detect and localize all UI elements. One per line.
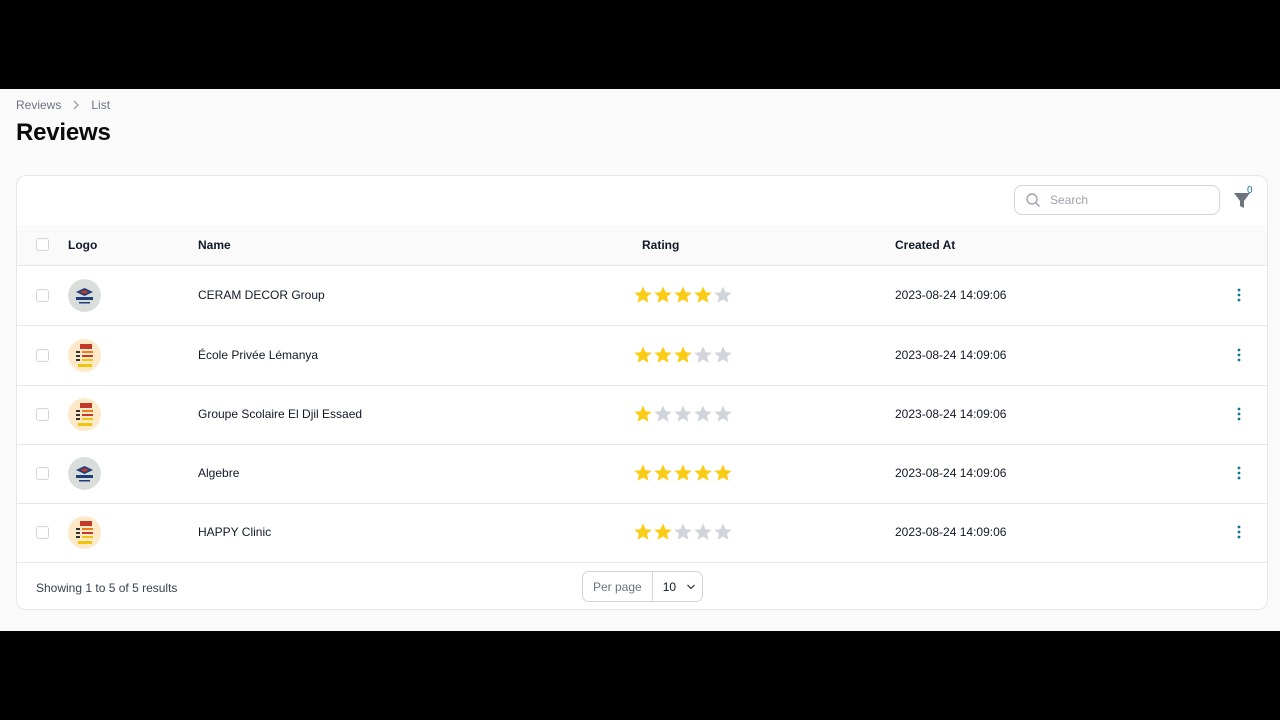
column-header-name[interactable]: Name bbox=[198, 238, 231, 252]
star-filled-icon bbox=[674, 464, 692, 481]
rating-stars bbox=[633, 345, 733, 365]
star-empty-icon bbox=[694, 405, 712, 422]
search-box[interactable] bbox=[1014, 185, 1220, 215]
per-page-value: 10 bbox=[662, 579, 677, 594]
table-row: Algebre 2023-08-24 14:09:06 bbox=[17, 444, 1267, 504]
star-filled-icon bbox=[634, 405, 652, 422]
star-empty-icon bbox=[714, 523, 732, 540]
created-at: 2023-08-24 14:09:06 bbox=[895, 348, 1007, 362]
star-filled-icon bbox=[714, 464, 732, 481]
rating-stars bbox=[633, 522, 733, 542]
table-row: HAPPY Clinic 2023-08-24 14:09:06 bbox=[17, 503, 1267, 563]
rating-stars bbox=[633, 463, 733, 483]
breadcrumb: Reviews List bbox=[16, 98, 110, 112]
row-checkbox[interactable] bbox=[36, 349, 49, 362]
row-checkbox[interactable] bbox=[36, 408, 49, 421]
ceram-logo bbox=[68, 457, 101, 490]
row-actions-menu-icon[interactable] bbox=[1231, 524, 1247, 540]
school-logo bbox=[68, 339, 101, 372]
breadcrumb-current: List bbox=[91, 98, 111, 112]
star-filled-icon bbox=[654, 523, 672, 540]
review-name: Algebre bbox=[198, 466, 240, 480]
created-at: 2023-08-24 14:09:06 bbox=[895, 288, 1007, 302]
ceram-logo bbox=[68, 279, 101, 312]
breadcrumb-reviews-link[interactable]: Reviews bbox=[16, 98, 61, 112]
rating-stars bbox=[633, 285, 733, 305]
table-row: Groupe Scolaire El Djil Essaed 2023-08-2… bbox=[17, 385, 1267, 445]
review-name: HAPPY Clinic bbox=[198, 525, 272, 539]
reviews-table-card: 0 Logo Name Rating Created At CERAM DECO… bbox=[16, 175, 1268, 610]
table-header: Logo Name Rating Created At bbox=[17, 225, 1267, 266]
table-row: École Privée Lémanya 2023-08-24 14:09:06 bbox=[17, 326, 1267, 386]
table-row: CERAM DECOR Group 2023-08-24 14:09:06 bbox=[17, 266, 1267, 326]
star-filled-icon bbox=[634, 464, 652, 481]
star-filled-icon bbox=[674, 286, 692, 303]
star-empty-icon bbox=[714, 405, 732, 422]
table-toolbar: 0 bbox=[17, 176, 1267, 226]
chevron-down-icon bbox=[687, 584, 696, 589]
row-checkbox[interactable] bbox=[36, 526, 49, 539]
per-page-label: Per page bbox=[583, 572, 653, 601]
star-filled-icon bbox=[634, 286, 652, 303]
per-page-value-wrap[interactable]: 10 bbox=[653, 580, 696, 594]
star-filled-icon bbox=[634, 523, 652, 540]
row-actions-menu-icon[interactable] bbox=[1231, 465, 1247, 481]
row-checkbox[interactable] bbox=[36, 467, 49, 480]
star-filled-icon bbox=[654, 346, 672, 363]
star-filled-icon bbox=[654, 464, 672, 481]
pagination-summary: Showing 1 to 5 of 5 results bbox=[36, 581, 178, 595]
star-empty-icon bbox=[714, 286, 732, 303]
row-actions-menu-icon[interactable] bbox=[1231, 287, 1247, 303]
column-header-logo: Logo bbox=[68, 238, 98, 252]
chevron-right-icon bbox=[73, 100, 80, 110]
star-empty-icon bbox=[694, 346, 712, 363]
per-page-select[interactable]: Per page 10 bbox=[582, 571, 703, 602]
filter-count-badge: 0 bbox=[1247, 185, 1253, 196]
column-header-created-at[interactable]: Created At bbox=[895, 238, 955, 252]
row-actions-menu-icon[interactable] bbox=[1231, 406, 1247, 422]
star-empty-icon bbox=[674, 523, 692, 540]
rating-stars bbox=[633, 404, 733, 424]
star-filled-icon bbox=[694, 464, 712, 481]
star-filled-icon bbox=[654, 286, 672, 303]
created-at: 2023-08-24 14:09:06 bbox=[895, 525, 1007, 539]
search-input[interactable] bbox=[1048, 192, 1212, 208]
row-actions-menu-icon[interactable] bbox=[1231, 347, 1247, 363]
school-logo bbox=[68, 516, 101, 549]
select-all-checkbox[interactable] bbox=[36, 238, 49, 251]
star-empty-icon bbox=[674, 405, 692, 422]
created-at: 2023-08-24 14:09:06 bbox=[895, 466, 1007, 480]
school-logo bbox=[68, 398, 101, 431]
star-empty-icon bbox=[714, 346, 732, 363]
column-header-rating[interactable]: Rating bbox=[642, 238, 679, 252]
star-empty-icon bbox=[694, 523, 712, 540]
app-screen: Reviews List Reviews 0 Logo Name Rating … bbox=[0, 89, 1280, 631]
star-filled-icon bbox=[694, 286, 712, 303]
review-name: École Privée Lémanya bbox=[198, 348, 319, 362]
star-filled-icon bbox=[674, 346, 692, 363]
review-name: Groupe Scolaire El Djil Essaed bbox=[198, 407, 363, 421]
created-at: 2023-08-24 14:09:06 bbox=[895, 407, 1007, 421]
star-empty-icon bbox=[654, 405, 672, 422]
row-checkbox[interactable] bbox=[36, 289, 49, 302]
review-name: CERAM DECOR Group bbox=[198, 288, 325, 302]
star-filled-icon bbox=[634, 346, 652, 363]
search-icon bbox=[1026, 193, 1040, 207]
page-title: Reviews bbox=[16, 119, 111, 146]
